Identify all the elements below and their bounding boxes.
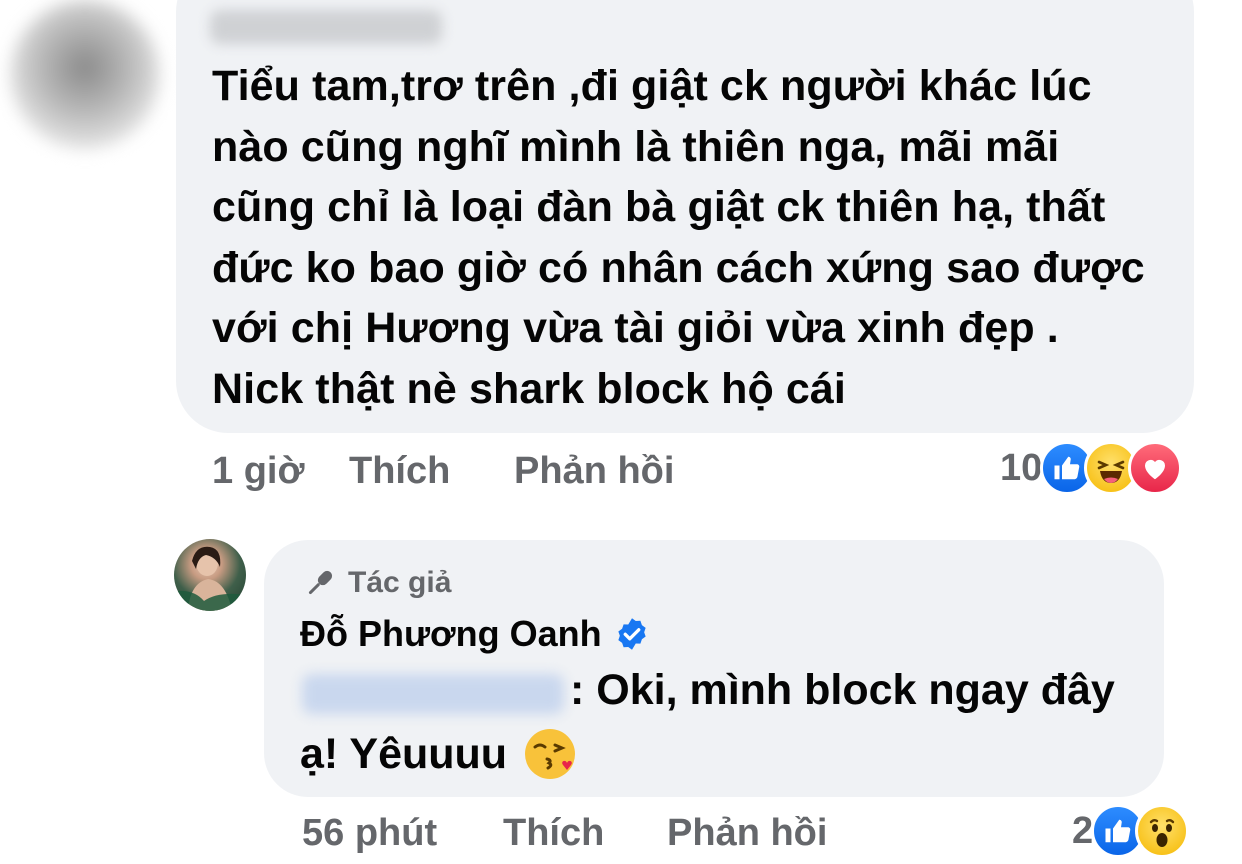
- reply-button[interactable]: Phản hồi: [514, 450, 674, 493]
- commenter-name-blurred[interactable]: [210, 10, 442, 44]
- wow-icon: [1135, 804, 1190, 858]
- reply-button[interactable]: Phản hồi: [667, 812, 827, 855]
- love-icon: [1128, 441, 1183, 495]
- comment-line: Nick thật nè shark block hộ cái: [212, 364, 846, 413]
- reply-text-line-2: ạ! Yêuuuu: [300, 727, 577, 781]
- reply-text-line: ạ! Yêuuuu: [300, 729, 508, 778]
- author-name[interactable]: Đỗ Phương Oanh: [300, 613, 602, 655]
- commenter-avatar-blurred[interactable]: [10, 0, 160, 150]
- mention-blurred[interactable]: [302, 674, 564, 714]
- author-badge: Tác giả: [302, 565, 451, 601]
- comment-line: nào cũng nghĩ mình là thiên nga, mãi mãi: [212, 122, 1060, 171]
- author-avatar[interactable]: [174, 539, 246, 611]
- comment-line: cũng chỉ là loại đàn bà giật ck thiên hạ…: [212, 183, 1106, 231]
- reaction-summary[interactable]: 10: [1000, 441, 1183, 495]
- comment-line: với chị Hương vừa tài giỏi vừa xinh đẹp …: [212, 304, 1059, 352]
- comment-line: đức ko bao giờ có nhân cách xứng sao đượ…: [212, 243, 1145, 292]
- comment-text: Tiểu tam,trơ trên ,đi giật ck người khác…: [212, 56, 1172, 419]
- verified-badge-icon: [617, 618, 646, 650]
- comment-line: Tiểu tam,trơ trên ,đi giật ck người khác…: [212, 62, 1092, 110]
- author-badge-label: Tác giả: [348, 566, 452, 599]
- microphone-icon: [308, 570, 333, 595]
- reaction-count: 10: [1000, 446, 1043, 489]
- reply-timestamp[interactable]: 56 phút: [302, 812, 437, 855]
- like-button[interactable]: Thích: [503, 812, 604, 855]
- comment-timestamp[interactable]: 1 giờ: [212, 450, 304, 493]
- author-name-row: Đỗ Phương Oanh: [300, 613, 650, 655]
- kiss-emoji-icon: [525, 729, 576, 779]
- reaction-count: 2: [1072, 809, 1094, 852]
- reaction-summary[interactable]: 2: [1072, 804, 1190, 858]
- like-button[interactable]: Thích: [349, 450, 450, 493]
- reply-text-line: : Oki, mình block ngay đây: [570, 666, 1115, 714]
